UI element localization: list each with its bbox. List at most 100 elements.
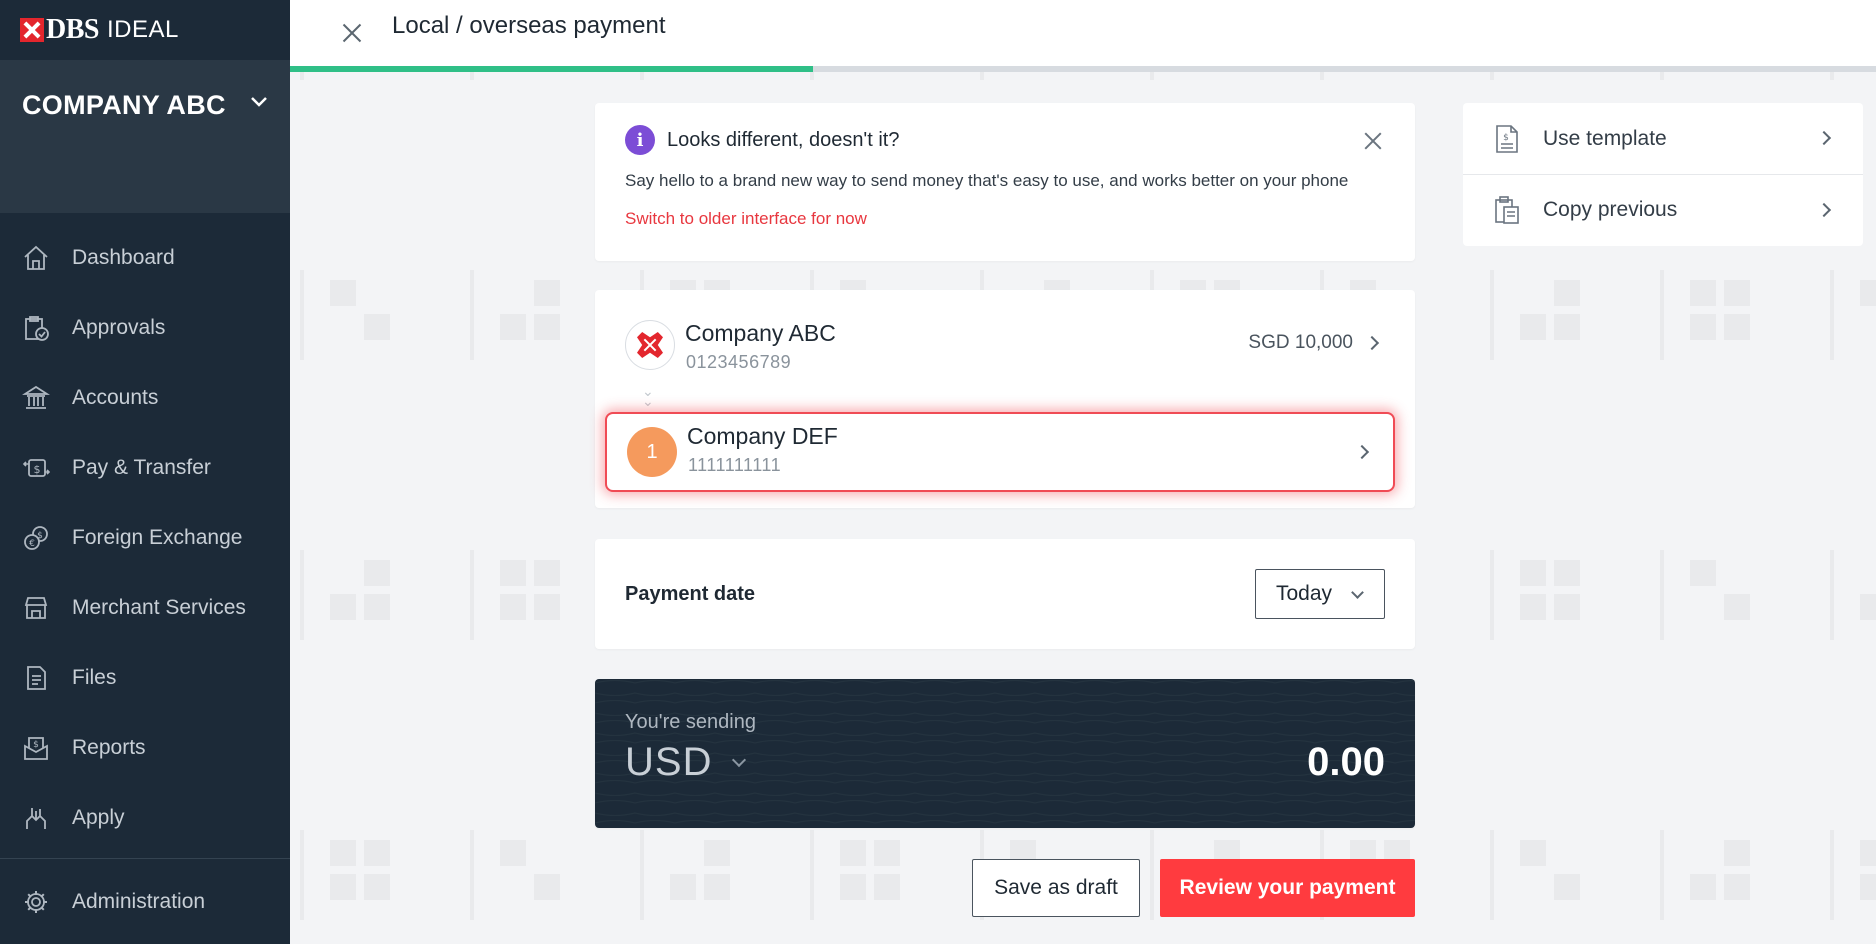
background-square bbox=[500, 594, 526, 620]
report-icon: $ bbox=[20, 732, 52, 764]
background-line bbox=[300, 270, 304, 360]
payment-shortcuts: $ Use template Copy previous bbox=[1463, 103, 1863, 246]
file-icon bbox=[20, 662, 52, 694]
amount-input[interactable]: 0.00 bbox=[1307, 740, 1385, 785]
background-square bbox=[1554, 280, 1580, 306]
background-square bbox=[1724, 874, 1750, 900]
sidebar-item-approvals[interactable]: Approvals bbox=[0, 293, 290, 363]
clipboard-check-icon bbox=[20, 312, 52, 344]
sidebar-item-dashboard[interactable]: Dashboard bbox=[0, 223, 290, 293]
background-line bbox=[300, 830, 304, 920]
background-line bbox=[300, 550, 304, 640]
wave-line bbox=[595, 792, 1415, 797]
background-square bbox=[330, 874, 356, 900]
background-line bbox=[1660, 830, 1664, 920]
background-square bbox=[1860, 594, 1876, 620]
from-account[interactable]: Company ABC 0123456789 SGD 10,000 bbox=[625, 320, 1385, 384]
sidebar-item-accounts[interactable]: Accounts bbox=[0, 363, 290, 433]
chevron-right-icon bbox=[1816, 130, 1832, 146]
background-square bbox=[364, 594, 390, 620]
wave-line bbox=[595, 819, 1415, 824]
double-chevron-down-icon: ⌄ ⌄ bbox=[642, 383, 654, 409]
sidebar-item-pay-transfer[interactable]: $ Pay & Transfer bbox=[0, 433, 290, 503]
currency-select[interactable]: USD bbox=[625, 740, 747, 785]
wave-line bbox=[595, 699, 1415, 704]
sidebar-item-label: Approvals bbox=[72, 316, 166, 339]
use-template-option[interactable]: $ Use template bbox=[1463, 103, 1863, 174]
progress-fill bbox=[290, 66, 814, 72]
background-line bbox=[1830, 550, 1834, 640]
payee-selector[interactable]: 1 Company DEF 1111111111 bbox=[605, 412, 1395, 492]
company-switcher[interactable]: COMPANY ABC bbox=[0, 60, 290, 213]
chevron-right-icon bbox=[1364, 335, 1380, 351]
chevron-down-icon bbox=[1351, 586, 1364, 599]
from-account-balance: SGD 10,000 bbox=[1248, 332, 1353, 353]
background-line bbox=[1490, 270, 1494, 360]
background-square bbox=[534, 874, 560, 900]
background-line bbox=[1660, 550, 1664, 640]
logo-brand: DBS bbox=[46, 14, 99, 45]
background-line bbox=[470, 550, 474, 640]
bank-logo bbox=[625, 320, 675, 370]
close-icon[interactable] bbox=[334, 15, 370, 51]
logo[interactable]: DBS IDEAL bbox=[0, 0, 290, 60]
chevron-down-icon bbox=[732, 752, 747, 767]
payment-date-card: Payment date Today bbox=[595, 539, 1415, 649]
sidebar: DBS IDEAL COMPANY ABC Dashboard Approval… bbox=[0, 0, 290, 944]
background-square bbox=[1520, 314, 1546, 340]
money-transfer-icon: $ bbox=[20, 452, 52, 484]
page-header: Local / overseas payment bbox=[290, 0, 1876, 66]
sidebar-item-files[interactable]: Files bbox=[0, 643, 290, 713]
payee-account-number: 1111111111 bbox=[688, 455, 782, 475]
info-icon: i bbox=[625, 125, 655, 155]
background-square bbox=[534, 594, 560, 620]
svg-text:€: € bbox=[29, 539, 35, 549]
background-square bbox=[1690, 280, 1716, 306]
switch-interface-link[interactable]: Switch to older interface for now bbox=[625, 209, 867, 229]
background-square bbox=[534, 280, 560, 306]
save-draft-button[interactable]: Save as draft bbox=[972, 859, 1140, 917]
background-line bbox=[1490, 550, 1494, 640]
progress-bar bbox=[290, 66, 1876, 72]
review-payment-button[interactable]: Review your payment bbox=[1160, 859, 1415, 917]
sidebar-item-label: Dashboard bbox=[72, 246, 175, 269]
background-line bbox=[640, 830, 644, 920]
storefront-icon bbox=[20, 592, 52, 624]
background-square bbox=[1520, 560, 1546, 586]
background-square bbox=[1520, 840, 1546, 866]
currency-code: USD bbox=[625, 740, 713, 784]
wave-line bbox=[595, 679, 1415, 684]
sidebar-item-merchant-services[interactable]: Merchant Services bbox=[0, 573, 290, 643]
notice-body: Say hello to a brand new way to send mon… bbox=[625, 171, 1349, 190]
bank-icon bbox=[20, 382, 52, 414]
background-line bbox=[470, 830, 474, 920]
background-square bbox=[874, 874, 900, 900]
payment-date-value: Today bbox=[1276, 582, 1333, 605]
sidebar-item-label: Apply bbox=[72, 806, 125, 829]
background-square bbox=[704, 874, 730, 900]
background-square bbox=[1554, 560, 1580, 586]
background-square bbox=[1860, 840, 1876, 866]
sidebar-item-apply[interactable]: Apply bbox=[0, 783, 290, 853]
currency-exchange-icon: $ € bbox=[20, 522, 52, 554]
background-line bbox=[1830, 830, 1834, 920]
apply-icon bbox=[20, 802, 52, 834]
wave-line bbox=[595, 692, 1415, 697]
sidebar-item-administration[interactable]: Administration bbox=[0, 858, 290, 944]
copy-previous-label: Copy previous bbox=[1543, 198, 1678, 221]
sidebar-item-foreign-exchange[interactable]: $ € Foreign Exchange bbox=[0, 503, 290, 573]
sidebar-item-reports[interactable]: $ Reports bbox=[0, 713, 290, 783]
background-square bbox=[500, 314, 526, 340]
wave-line bbox=[595, 812, 1415, 817]
payment-date-select[interactable]: Today bbox=[1255, 569, 1385, 619]
sidebar-item-label: Foreign Exchange bbox=[72, 526, 243, 549]
from-account-name: Company ABC bbox=[685, 320, 836, 346]
background-line bbox=[1150, 830, 1154, 920]
background-line bbox=[1490, 830, 1494, 920]
payment-date-label: Payment date bbox=[625, 582, 756, 605]
copy-previous-option[interactable]: Copy previous bbox=[1463, 174, 1863, 245]
svg-text:$: $ bbox=[37, 531, 43, 541]
dismiss-notice-icon[interactable] bbox=[1361, 129, 1385, 153]
sidebar-item-label: Reports bbox=[72, 736, 146, 759]
background-square bbox=[330, 280, 356, 306]
